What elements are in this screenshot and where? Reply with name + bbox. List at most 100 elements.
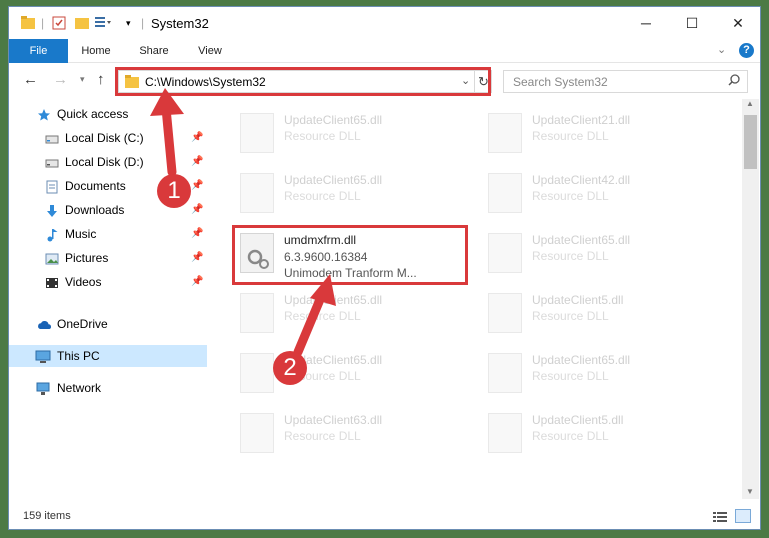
search-icon[interactable] xyxy=(728,74,740,89)
file-item[interactable]: UpdateClient5.dll Resource DLL xyxy=(482,405,718,457)
status-bar: 159 items xyxy=(9,503,760,529)
vertical-scrollbar[interactable]: ▲ ▼ xyxy=(742,99,759,499)
step-badge-2: 2 xyxy=(273,351,307,385)
drive-icon xyxy=(45,131,59,145)
navigation-pane: Quick access Local Disk (C:) 📌 Local Dis… xyxy=(9,103,207,503)
sidebar-item-onedrive[interactable]: OneDrive xyxy=(9,313,207,335)
file-name: UpdateClient65.dll xyxy=(284,113,383,127)
file-type: Resource DLL xyxy=(532,369,609,383)
sidebar-item-label: Music xyxy=(65,227,97,241)
sidebar-item-network[interactable]: Network xyxy=(9,377,207,399)
tab-view[interactable]: View xyxy=(186,39,234,63)
scroll-up-icon[interactable]: ▲ xyxy=(746,99,754,108)
expand-ribbon-icon[interactable]: ⌄ xyxy=(717,43,726,56)
tab-share[interactable]: Share xyxy=(130,39,178,63)
dll-file-icon xyxy=(488,173,522,213)
back-icon[interactable]: ← xyxy=(23,71,38,88)
sidebar-item-label: OneDrive xyxy=(57,317,108,331)
new-folder-icon[interactable] xyxy=(75,16,89,32)
pin-icon[interactable]: 📌 xyxy=(191,175,203,197)
file-item[interactable]: UpdateClient65.dll Resource DLL xyxy=(234,345,470,397)
tab-home[interactable]: Home xyxy=(72,39,120,63)
sidebar-item-pictures[interactable]: Pictures 📌 xyxy=(9,247,207,269)
ribbon: File Home Share View ⌄ ? xyxy=(9,39,760,63)
sidebar-item-label: This PC xyxy=(57,349,100,363)
dll-file-icon xyxy=(488,293,522,333)
file-type: Resource DLL xyxy=(532,429,609,443)
sidebar-item-label: Quick access xyxy=(57,107,129,121)
tab-file[interactable]: File xyxy=(9,39,68,63)
file-name: UpdateClient65.dll xyxy=(284,173,383,187)
close-icon[interactable]: ✕ xyxy=(715,7,760,39)
scroll-thumb[interactable] xyxy=(744,115,757,169)
search-box[interactable]: Search System32 xyxy=(503,70,748,93)
file-type: Resource DLL xyxy=(532,309,609,323)
details-view-icon[interactable] xyxy=(713,511,727,526)
up-icon[interactable]: ↑ xyxy=(97,71,105,88)
file-item[interactable]: UpdateClient65.dll Resource DLL xyxy=(234,165,470,217)
help-icon[interactable]: ? xyxy=(739,43,754,58)
dll-file-icon xyxy=(488,353,522,393)
file-item[interactable]: UpdateClient21.dll Resource DLL xyxy=(482,105,718,157)
scroll-down-icon[interactable]: ▼ xyxy=(746,487,754,496)
address-highlight-box xyxy=(115,67,491,96)
computer-icon xyxy=(35,349,51,363)
navigation-bar: ← → ▾ ↑ C:\Windows\System32 ⌄ ↻ Search S… xyxy=(9,63,760,99)
pin-icon[interactable]: 📌 xyxy=(191,199,203,221)
file-item[interactable]: UpdateClient65.dll Resource DLL xyxy=(482,345,718,397)
search-placeholder: Search System32 xyxy=(513,75,608,89)
window-title: System32 xyxy=(151,16,209,31)
pin-icon[interactable]: 📌 xyxy=(191,223,203,245)
sidebar-item-videos[interactable]: Videos 📌 xyxy=(9,271,207,293)
customize-toolbar-icon[interactable]: ▾ xyxy=(126,18,131,29)
file-item[interactable]: UpdateClient5.dll Resource DLL xyxy=(482,285,718,337)
drive-icon xyxy=(45,155,59,169)
maximize-icon[interactable]: ☐ xyxy=(669,7,715,39)
folder-icon[interactable] xyxy=(21,16,35,32)
dll-file-icon xyxy=(240,413,274,453)
sidebar-item-label: Local Disk (D:) xyxy=(65,155,144,169)
large-icons-view-icon[interactable] xyxy=(735,509,751,523)
pin-icon[interactable]: 📌 xyxy=(191,151,203,173)
dll-file-icon xyxy=(488,413,522,453)
sidebar-item-local-disk-d[interactable]: Local Disk (D:) 📌 xyxy=(9,151,207,173)
file-type: Resource DLL xyxy=(284,129,361,143)
documents-icon xyxy=(45,179,59,194)
file-item[interactable]: UpdateClient63.dll Resource DLL xyxy=(234,405,470,457)
separator: | xyxy=(141,16,145,30)
forward-icon[interactable]: → xyxy=(53,71,68,88)
pictures-icon xyxy=(45,251,59,265)
file-item[interactable]: UpdateClient65.dll Resource DLL xyxy=(482,225,718,277)
star-icon xyxy=(37,107,51,121)
file-item[interactable]: UpdateClient65.dll Resource DLL xyxy=(234,105,470,157)
dll-file-icon xyxy=(488,113,522,153)
file-type: Resource DLL xyxy=(532,189,609,203)
sidebar-item-label: Pictures xyxy=(65,251,109,265)
view-icon[interactable] xyxy=(95,16,111,32)
file-type: Resource DLL xyxy=(284,189,361,203)
recent-locations-icon[interactable]: ▾ xyxy=(80,74,85,85)
cloud-icon xyxy=(37,317,52,331)
file-name: UpdateClient21.dll xyxy=(532,113,631,127)
sidebar-item-music[interactable]: Music 📌 xyxy=(9,223,207,245)
pin-icon[interactable]: 📌 xyxy=(191,271,203,293)
file-list: UpdateClient65.dll Resource DLL UpdateCl… xyxy=(209,99,741,499)
properties-icon[interactable] xyxy=(52,16,66,33)
sidebar-item-label: Documents xyxy=(65,179,126,193)
step-badge-1: 1 xyxy=(157,174,191,208)
pin-icon[interactable]: 📌 xyxy=(191,247,203,269)
file-name: UpdateClient5.dll xyxy=(532,293,624,307)
file-type: Resource DLL xyxy=(532,129,609,143)
dll-file-icon xyxy=(240,173,274,213)
minimize-icon[interactable]: ─ xyxy=(623,7,669,39)
file-type: Resource DLL xyxy=(284,309,361,323)
pin-icon[interactable]: 📌 xyxy=(191,127,203,149)
sidebar-item-quick-access[interactable]: Quick access xyxy=(9,103,207,125)
sidebar-item-this-pc[interactable]: This PC xyxy=(9,345,207,367)
dll-file-icon xyxy=(240,113,274,153)
file-item[interactable]: UpdateClient65.dll Resource DLL xyxy=(234,285,470,337)
file-item[interactable]: UpdateClient42.dll Resource DLL xyxy=(482,165,718,217)
music-icon xyxy=(45,227,59,242)
sidebar-item-local-disk-c[interactable]: Local Disk (C:) 📌 xyxy=(9,127,207,149)
sidebar-item-label: Network xyxy=(57,381,102,395)
